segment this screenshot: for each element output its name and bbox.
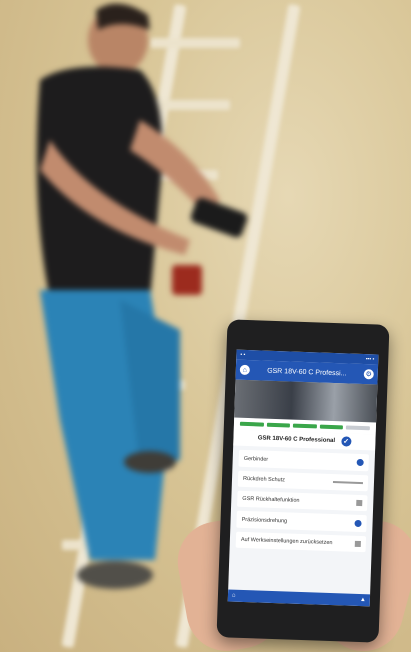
progress-step	[346, 425, 370, 431]
photo-scene: ▪ ▪ ▪▪▪ ▪ ⌂ GSR 18V-60 C Professi... ⚙ GS…	[0, 0, 411, 652]
setting-label: Gerbinder	[243, 455, 269, 463]
bottom-bar: ⌂ ▲	[227, 589, 371, 607]
slider[interactable]	[332, 481, 363, 485]
setting-row[interactable]: Rückdreh Schutz	[237, 470, 369, 492]
warning-icon[interactable]: ▲	[360, 597, 366, 603]
setting-row[interactable]: GSR Rückhaltefunktion	[237, 490, 368, 512]
device-name: GSR 18V-60 C Professional	[257, 435, 336, 445]
app-screen: ▪ ▪ ▪▪▪ ▪ ⌂ GSR 18V-60 C Professi... ⚙ GS…	[227, 349, 379, 607]
toggle[interactable]	[354, 519, 362, 528]
setting-label: Rückdreh Schutz	[242, 475, 286, 484]
setting-label: Auf Werkseinstellungen zurücksetzen	[240, 536, 333, 547]
settings-icon[interactable]: ⚙	[363, 369, 374, 380]
home-icon[interactable]: ⌂	[232, 593, 236, 599]
progress-step	[266, 422, 291, 428]
toggle[interactable]	[356, 458, 364, 467]
value-indicator	[356, 499, 363, 507]
setting-label: Präzisionsdrehung	[241, 516, 288, 524]
value-indicator	[354, 540, 361, 548]
progress-step	[319, 424, 344, 430]
tool-photo	[234, 379, 378, 423]
progress-step	[239, 421, 264, 427]
settings-list: Gerbinder Rückdreh Schutz GSR Rückhaltef…	[229, 446, 375, 561]
setting-row[interactable]: Auf Werkseinstellungen zurücksetzen	[235, 531, 367, 553]
setting-row[interactable]: Präzisionsdrehung	[236, 510, 367, 533]
setting-row[interactable]: Gerbinder	[238, 449, 369, 472]
smartphone: ▪ ▪ ▪▪▪ ▪ ⌂ GSR 18V-60 C Professi... ⚙ GS…	[216, 319, 390, 643]
app-title: GSR 18V-60 C Professi...	[267, 367, 347, 377]
setting-label: GSR Rückhaltefunktion	[242, 495, 300, 504]
check-icon: ✓	[340, 436, 352, 447]
home-icon[interactable]: ⌂	[239, 364, 251, 376]
progress-step	[293, 423, 317, 429]
